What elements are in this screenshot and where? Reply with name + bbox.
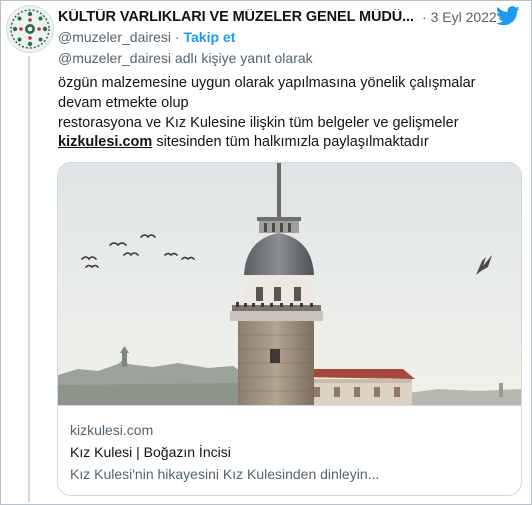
card-domain: kizkulesi.com xyxy=(70,422,154,438)
date-separator: · xyxy=(422,9,427,25)
tweet-text-line: devam etmekte olup xyxy=(58,94,189,111)
author-name[interactable]: KÜLTÜR VARLIKLARI VE MÜZELER GENEL MÜDÜ.… xyxy=(58,9,413,25)
thread-line xyxy=(28,56,30,502)
tweet-date-group: · 3 Eyl 2022 xyxy=(422,9,497,25)
follow-button[interactable]: Takip et xyxy=(184,29,236,45)
tweet-text-line: özgün malzemesine uygun olarak yapılması… xyxy=(58,75,476,91)
author-handle[interactable]: @muzeler_dairesi xyxy=(58,29,171,45)
card-description: Kız Kulesi'nin hikayesini Kız Kulesinden… xyxy=(70,466,380,482)
museum-seal-logo xyxy=(8,7,52,51)
link-preview-card[interactable]: kizkulesi.com Kız Kulesi | Boğazın İncis… xyxy=(57,162,522,496)
card-meta: kizkulesi.com Kız Kulesi | Boğazın İncis… xyxy=(58,405,521,495)
handle-row: @muzeler_dairesi · Takip et xyxy=(58,29,235,45)
reply-context: @muzeler_dairesi adlı kişiye yanıt olara… xyxy=(58,50,313,66)
tweet-link[interactable]: kizkulesi.com xyxy=(58,134,152,150)
tweet-header: KÜLTÜR VARLIKLARI VE MÜZELER GENEL MÜDÜ.… xyxy=(58,8,528,28)
tweet-text-line-with-link: kizkulesi.com sitesinden tüm halkımızla … xyxy=(58,133,518,153)
tweet-text: özgün malzemesine uygun olarak yapılması… xyxy=(58,74,518,153)
tweet-date[interactable]: 3 Eyl 2022 xyxy=(431,9,497,25)
card-title[interactable]: Kız Kulesi | Boğazın İncisi xyxy=(70,444,231,460)
avatar[interactable] xyxy=(6,5,54,53)
tweet-text-after-link: sitesinden tüm halkımızla paylaşılmaktad… xyxy=(152,134,429,151)
card-image[interactable] xyxy=(58,163,521,405)
tweet-text-line: restorasyona ve Kız Kulesine ilişkin tüm… xyxy=(58,114,459,131)
follow-separator: · xyxy=(174,29,180,45)
twitter-bird-icon[interactable] xyxy=(496,6,520,26)
